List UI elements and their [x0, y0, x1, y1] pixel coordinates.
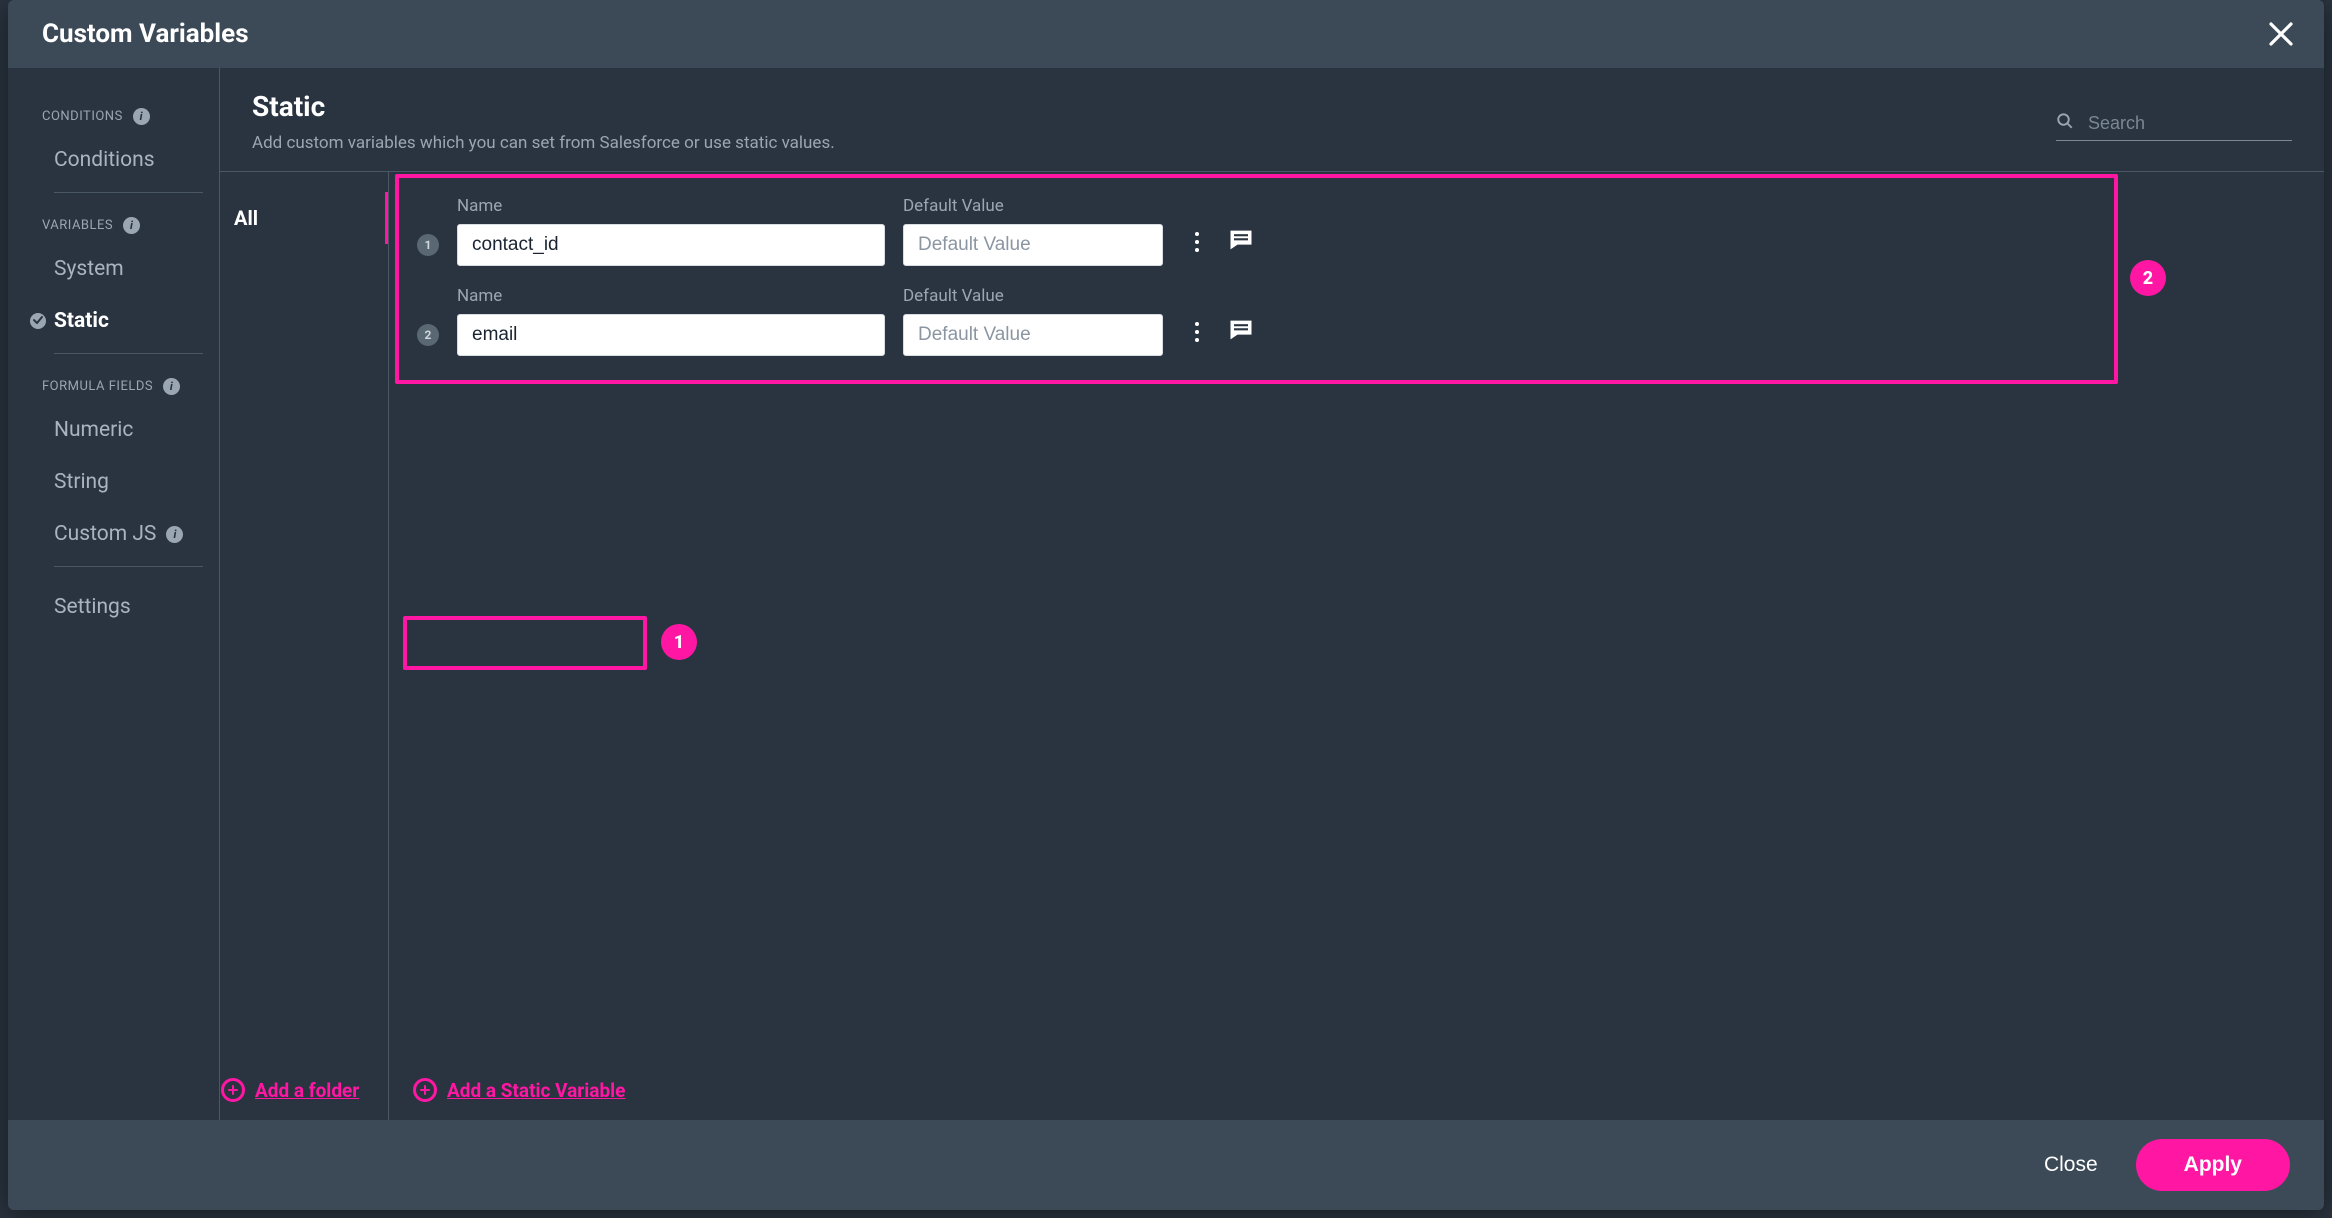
page-title: Static — [252, 90, 835, 123]
sidebar-item-string[interactable]: String — [8, 456, 219, 508]
sidebar-item-label: Static — [54, 309, 109, 333]
sidebar-item-label: String — [54, 470, 109, 494]
custom-variables-modal: Custom Variables CONDITIONS i Conditions… — [8, 0, 2324, 1210]
sidebar-item-label: Conditions — [54, 148, 155, 172]
search-icon — [2056, 112, 2074, 134]
sidebar-divider — [54, 192, 203, 193]
plus-icon — [413, 1078, 437, 1102]
sidebar-item-conditions[interactable]: Conditions — [8, 134, 219, 186]
info-icon[interactable]: i — [166, 526, 183, 543]
add-folder-button[interactable]: Add a folder — [221, 1078, 359, 1102]
sidebar-item-label: Settings — [54, 595, 131, 619]
sidebar: CONDITIONS i Conditions VARIABLES i Syst… — [8, 68, 220, 1120]
row-number-badge: 1 — [417, 234, 439, 256]
variable-row: 1 Name Default Value — [399, 182, 2300, 272]
close-button[interactable]: Close — [2044, 1153, 2098, 1177]
annotation-callout-2: 2 — [2130, 260, 2166, 296]
sidebar-section-label: VARIABLES — [42, 218, 113, 233]
sidebar-item-label: Numeric — [54, 418, 133, 442]
plus-icon — [221, 1078, 245, 1102]
variables-column: 2 1 Name Default Value — [388, 172, 2324, 1120]
variable-row: 2 Name Default Value — [399, 272, 2300, 362]
row-number-badge: 2 — [417, 324, 439, 346]
name-label: Name — [457, 196, 885, 216]
main-header: Static Add custom variables which you ca… — [220, 68, 2324, 172]
add-variable-wrap: Add a Static Variable — [413, 1078, 625, 1102]
modal-header: Custom Variables — [8, 0, 2324, 68]
main-header-text: Static Add custom variables which you ca… — [252, 90, 835, 153]
modal-body: CONDITIONS i Conditions VARIABLES i Syst… — [8, 68, 2324, 1120]
name-field: Name — [457, 286, 885, 356]
sidebar-section-label: CONDITIONS — [42, 109, 123, 124]
info-icon[interactable]: i — [123, 217, 140, 234]
add-folder-label: Add a folder — [255, 1079, 359, 1102]
annotation-callout-1: 1 — [661, 624, 697, 660]
sidebar-divider — [54, 353, 203, 354]
default-input[interactable] — [903, 224, 1163, 266]
folder-tab-all[interactable]: All — [220, 192, 388, 244]
sidebar-item-static[interactable]: Static — [8, 295, 219, 347]
main-panel: Static Add custom variables which you ca… — [220, 68, 2324, 1120]
sidebar-item-settings[interactable]: Settings — [8, 581, 219, 633]
kebab-menu-icon[interactable] — [1195, 232, 1199, 252]
sidebar-section-variables: VARIABLES i — [8, 207, 219, 243]
default-field: Default Value — [903, 196, 1163, 266]
folder-column: All — [220, 172, 388, 1120]
annotation-highlight-add — [403, 616, 647, 670]
sidebar-item-label: Custom JS — [54, 522, 156, 546]
sidebar-section-label: FORMULA FIELDS — [42, 379, 153, 394]
kebab-menu-icon[interactable] — [1195, 322, 1199, 342]
add-static-variable-button[interactable]: Add a Static Variable — [413, 1078, 625, 1102]
modal-title: Custom Variables — [42, 19, 249, 49]
name-input[interactable] — [457, 224, 885, 266]
sidebar-divider — [54, 566, 203, 567]
comment-icon[interactable] — [1227, 226, 1255, 258]
name-label: Name — [457, 286, 885, 306]
sidebar-item-customjs[interactable]: Custom JS i — [8, 508, 219, 560]
page-subtitle: Add custom variables which you can set f… — [252, 133, 835, 153]
name-field: Name — [457, 196, 885, 266]
row-actions — [1195, 316, 1255, 348]
name-input[interactable] — [457, 314, 885, 356]
info-icon[interactable]: i — [163, 378, 180, 395]
info-icon[interactable]: i — [133, 108, 150, 125]
modal-footer: Close Apply — [8, 1120, 2324, 1210]
check-icon — [32, 314, 44, 326]
sidebar-item-system[interactable]: System — [8, 243, 219, 295]
sidebar-section-formula: FORMULA FIELDS i — [8, 368, 219, 404]
row-actions — [1195, 226, 1255, 258]
search-field[interactable] — [2056, 112, 2292, 141]
apply-button[interactable]: Apply — [2136, 1139, 2290, 1191]
close-icon[interactable] — [2266, 19, 2296, 49]
main-content: All 2 1 Name Default Value — [220, 172, 2324, 1120]
default-input[interactable] — [903, 314, 1163, 356]
add-variable-label: Add a Static Variable — [447, 1079, 625, 1102]
sidebar-item-numeric[interactable]: Numeric — [8, 404, 219, 456]
search-input[interactable] — [2088, 113, 2320, 134]
default-label: Default Value — [903, 286, 1163, 306]
comment-icon[interactable] — [1227, 316, 1255, 348]
default-label: Default Value — [903, 196, 1163, 216]
sidebar-section-conditions: CONDITIONS i — [8, 98, 219, 134]
add-folder-wrap: Add a folder — [221, 1078, 359, 1102]
default-field: Default Value — [903, 286, 1163, 356]
sidebar-item-label: System — [54, 257, 124, 281]
